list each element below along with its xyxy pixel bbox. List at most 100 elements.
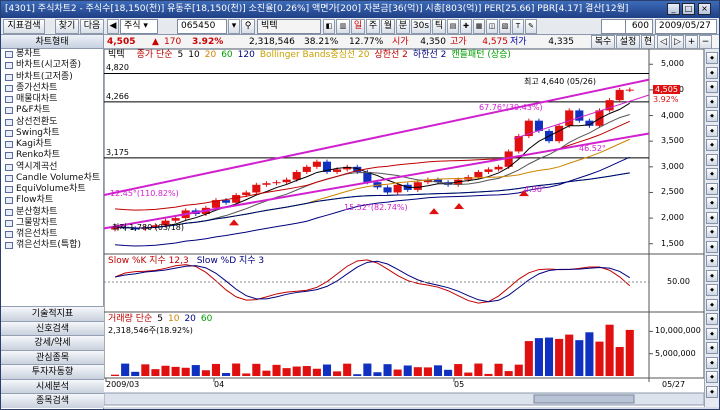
circle-icon[interactable]: ◆ [706, 197, 718, 209]
price-tick-label: 1,500 [661, 238, 684, 248]
chart-type-item[interactable]: 종가선차트 [1, 83, 103, 94]
chart-canvas[interactable] [103, 48, 705, 407]
zoom-in-icon[interactable]: + [685, 35, 698, 49]
chart-type-item[interactable]: 삼선전환도 [1, 117, 103, 128]
volume-bar [191, 365, 200, 376]
more-icon[interactable]: ◆ [706, 371, 718, 383]
chart-icon[interactable]: ◆ [706, 52, 718, 64]
lookup-icon[interactable]: ⚲ [241, 19, 255, 34]
restore-button[interactable]: 복수 [591, 35, 615, 49]
sidebar-button[interactable]: 기술적지표 [1, 306, 104, 321]
split-icon[interactable]: ▧ [499, 19, 511, 34]
sidebar-header: 차트형태 [1, 35, 103, 49]
fib-icon[interactable]: ◆ [706, 124, 718, 137]
date-input[interactable]: 2009/05/27 [655, 19, 717, 34]
minimize-button[interactable]: _ [667, 3, 680, 15]
volume-bar [343, 363, 352, 376]
chart-type-item[interactable]: Kagi차트 [1, 139, 103, 150]
chart-type-item[interactable]: Flow차트 [1, 195, 103, 206]
arrow-icon[interactable]: ◆ [706, 168, 718, 180]
chart-type-item[interactable]: P&F차트 [1, 105, 103, 116]
grid-icon[interactable]: ▦ [473, 19, 485, 34]
erase-icon[interactable]: ◆ [706, 313, 718, 325]
copy-icon[interactable]: ◆ [706, 342, 718, 354]
chart-type-item[interactable]: 그물망차트 [1, 218, 103, 229]
zoom-icon[interactable]: ◆ [706, 81, 718, 93]
compare-icon[interactable]: ◆ [706, 66, 718, 79]
help-icon[interactable]: ◆ [706, 269, 718, 282]
period-minute[interactable]: 분 [396, 19, 410, 34]
volume-bar [464, 372, 473, 376]
chart-type-item[interactable]: EquiVolume차트 [1, 184, 103, 195]
sidebar-button[interactable]: 투자자동향 [1, 364, 104, 379]
maximize-button[interactable]: □ [682, 3, 695, 15]
price-info-bar: 4,505 ▲ 170 3.92% 2,318,546 38.21% 12.77… [104, 35, 719, 49]
arrow-icon[interactable]: ◀ [107, 19, 119, 34]
chart-type-item[interactable]: 바차트(시고저종) [1, 60, 103, 71]
sidebar-button[interactable]: 종목검색 [1, 393, 104, 408]
chart-type-item[interactable]: 꺾은선차트(특합) [1, 240, 103, 251]
sidebar-button[interactable]: 강세/약세 [1, 335, 104, 350]
period-day[interactable]: 일 [351, 19, 365, 34]
volume-bar [504, 371, 513, 376]
candle-body [222, 200, 231, 203]
print-icon[interactable]: ◆ [706, 240, 718, 253]
chart-type-item[interactable]: 바차트(고저종) [1, 72, 103, 83]
settings-button[interactable]: 설정 [616, 35, 640, 49]
delete-icon[interactable]: ◆ [706, 226, 718, 238]
market-select[interactable]: 주식 ▾ [120, 19, 158, 34]
zoom-out-icon[interactable]: − [699, 35, 712, 49]
find-button[interactable]: 찾기 [55, 19, 79, 34]
volume-bar [111, 374, 120, 376]
left-arrow-icon[interactable]: ◁ [657, 35, 670, 49]
right-arrow-icon[interactable]: ▷ [671, 35, 684, 49]
move-icon[interactable]: ◆ [706, 298, 718, 311]
compare-icon[interactable]: ▥ [336, 19, 350, 34]
volume-text: 2,318,546주(18.92%) [108, 326, 193, 335]
text-icon[interactable]: T [512, 19, 524, 34]
period-tick[interactable]: 틱 [432, 19, 446, 34]
lock-icon[interactable]: ◧ [323, 19, 335, 34]
tile-icon[interactable]: ◫ [486, 19, 498, 34]
box-icon[interactable]: ◆ [706, 182, 718, 195]
period-month[interactable]: 월 [381, 19, 395, 34]
chart-type-item[interactable]: Swing차트 [1, 128, 103, 139]
title-bar: [4301] 주식차트2 - 주식수[18,150(천)] 유동주[18,150… [1, 1, 719, 18]
auto-icon[interactable]: ◆ [706, 211, 718, 224]
close-button[interactable]: × [698, 3, 711, 15]
settings-icon[interactable]: ▤ [447, 19, 459, 34]
text-icon[interactable]: ◆ [706, 153, 718, 166]
chart-type-item[interactable]: Candle Volume차트 [1, 173, 103, 184]
sidebar-button[interactable]: 관심종목 [1, 349, 104, 364]
lock-icon[interactable]: ◆ [706, 327, 718, 340]
total-count-input[interactable]: 600 [625, 19, 653, 34]
chart-type-icon [5, 152, 13, 160]
indicator-search-button[interactable]: 지표검색 [3, 19, 45, 34]
trend-icon[interactable]: ◆ [706, 110, 718, 122]
sidebar-button[interactable]: 신호검색 [1, 320, 104, 335]
chart-type-item[interactable]: 매물대차트 [1, 94, 103, 105]
chart-type-item[interactable]: 꺾은선차트 [1, 229, 103, 240]
chart-type-item[interactable]: Renko차트 [1, 150, 103, 161]
search-icon[interactable]: ▾ [228, 19, 240, 34]
period-week[interactable]: 주 [366, 19, 380, 34]
line-icon[interactable]: ◆ [706, 95, 718, 108]
chart-type-item[interactable]: 봉차트 [1, 49, 103, 60]
crosshair-icon[interactable]: ✚ [460, 19, 472, 34]
chart-area[interactable]: 5,0004,5004,0003,5003,0002,5002,0001,500… [103, 48, 705, 407]
hide-icon[interactable]: ◆ [706, 356, 718, 369]
draw-icon[interactable]: ✎ [525, 19, 537, 34]
x-axis-label: 04 [214, 380, 225, 389]
end-icon[interactable]: ◆ [706, 385, 718, 398]
next-button[interactable]: 다음 [80, 19, 104, 34]
sidebar-button[interactable]: 시세분석 [1, 378, 104, 393]
stock-code-input[interactable]: 065450 [177, 19, 227, 34]
save-icon[interactable]: ◆ [706, 255, 718, 267]
chart-type-icon [5, 129, 13, 137]
current-button[interactable]: 현 [641, 35, 655, 49]
cycle-icon[interactable]: ◆ [706, 139, 718, 151]
chart-type-item[interactable]: 분산형차트 [1, 207, 103, 218]
cross-icon[interactable]: ◆ [706, 284, 718, 296]
period-30s[interactable]: 30s [411, 19, 431, 34]
chart-type-item[interactable]: 역시계곡선 [1, 162, 103, 173]
